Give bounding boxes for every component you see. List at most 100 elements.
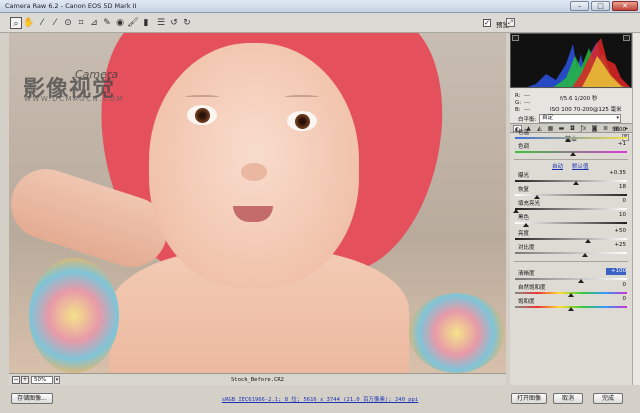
brightness-label: 亮度 (518, 231, 530, 237)
pompom-right (409, 293, 504, 373)
contrast-label: 对比度 (518, 245, 535, 251)
r-label: R: (515, 93, 521, 99)
tool-bar: ⌕ ✋ ⁄ ⁄ ⊙ ⌗ ⊿ ✎ ◉ 🖌 ▮ ☰ ↺ ↻ ✓ 预览 ⤢ (0, 13, 640, 33)
temp-knob[interactable] (565, 138, 571, 142)
fullscreen-icon[interactable]: ⤢ (506, 18, 515, 27)
spot-removal-icon[interactable]: ✎ (101, 17, 113, 29)
left-brow (185, 95, 219, 99)
exposure-knob[interactable] (573, 181, 579, 185)
separator (514, 261, 628, 262)
wb-select[interactable]: 自定 ▾ (539, 114, 621, 123)
b-label: B: (515, 107, 521, 113)
g-value: --- (524, 100, 530, 106)
temp-slider[interactable] (515, 137, 627, 139)
white-balance-eyedropper-icon[interactable]: ⁄ (36, 17, 48, 29)
done-button[interactable]: 完成 (593, 393, 623, 404)
red-eye-icon[interactable]: ◉ (114, 17, 126, 29)
vibrance-value[interactable]: 0 (606, 282, 627, 289)
temp-value[interactable]: 5600 (606, 127, 626, 134)
left-eye (187, 105, 217, 125)
contrast-slider[interactable] (515, 252, 627, 254)
cancel-button[interactable]: 取消 (553, 393, 583, 404)
graduated-filter-icon[interactable]: ▮ (140, 17, 152, 29)
hand-icon[interactable]: ✋ (23, 17, 35, 29)
b-value: --- (524, 107, 530, 113)
blacks-value[interactable]: 10 (606, 212, 626, 219)
brightness-knob[interactable] (585, 239, 591, 243)
fill-label: 填充亮光 (518, 201, 541, 207)
tint-knob[interactable] (570, 152, 576, 156)
adjust-panel: R: --- G: --- B: --- f/5.6 1/200 秒 ISO 1… (510, 33, 632, 385)
crop-icon[interactable]: ⌗ (75, 17, 87, 29)
blacks-knob[interactable] (523, 223, 529, 227)
mouth (233, 206, 273, 222)
brightness-value[interactable]: +50 (606, 228, 626, 235)
blacks-slider[interactable] (515, 222, 627, 224)
default-link[interactable]: 默认值 (572, 162, 589, 170)
fill-slider[interactable] (515, 208, 627, 210)
exposure-slider[interactable] (515, 180, 627, 182)
vibrance-label: 自然饱和度 (518, 285, 546, 291)
tint-label: 色调 (518, 144, 530, 150)
preferences-icon[interactable]: ☰ (155, 17, 167, 29)
auto-link[interactable]: 自动 (552, 162, 563, 170)
contrast-value[interactable]: +25 (606, 242, 626, 249)
tab-split-toning[interactable]: ▬ (557, 125, 566, 132)
preview-checkbox[interactable]: ✓ (483, 19, 491, 27)
rotate-right-icon[interactable]: ↻ (181, 17, 193, 29)
panel-scrollbar[interactable] (632, 33, 640, 385)
tab-camera-calibration[interactable]: ◙ (590, 125, 599, 132)
clarity-value[interactable]: +100 (606, 268, 626, 275)
open-image-button[interactable]: 打开图像 (511, 393, 547, 404)
iso-lens: ISO 100 70-200@125 毫米 (550, 107, 622, 113)
contrast-knob[interactable] (582, 253, 588, 257)
straighten-icon[interactable]: ⊿ (88, 17, 100, 29)
minimize-button[interactable]: – (570, 1, 589, 11)
tab-hsl[interactable]: ▦ (546, 125, 555, 132)
rotate-left-icon[interactable]: ↺ (168, 17, 180, 29)
pompom-left (29, 258, 119, 373)
tab-detail[interactable]: ◭ (535, 125, 544, 132)
fill-value[interactable]: 0 (606, 198, 627, 205)
right-brow (285, 95, 319, 99)
baby-face (149, 43, 359, 288)
saturation-value[interactable]: 0 (606, 296, 627, 303)
g-label: G: (515, 100, 522, 106)
r-value: --- (524, 93, 530, 99)
color-sampler-icon[interactable]: ⁄ (49, 17, 61, 29)
wb-value: 自定 (542, 115, 554, 121)
wb-label: 白平衡: (518, 117, 537, 123)
tab-lens[interactable]: ◘ (568, 125, 577, 132)
histogram-graph (527, 38, 630, 87)
shadow-clip-warning[interactable] (512, 35, 519, 41)
saturation-label: 饱和度 (518, 299, 535, 305)
temp-label: 色温 (518, 130, 530, 136)
window-titlebar: Camera Raw 6.2 - Canon EOS 5D Mark II – … (0, 0, 640, 13)
close-button[interactable]: ✕ (612, 1, 638, 11)
saturation-knob[interactable] (568, 307, 574, 311)
window-title: Camera Raw 6.2 - Canon EOS 5D Mark II (5, 2, 137, 10)
clarity-label: 清晰度 (518, 271, 535, 277)
vibrance-knob[interactable] (568, 293, 574, 297)
highlight-clip-warning[interactable] (623, 35, 630, 41)
bottom-bar: 存储图像... sRGB IEC61966-2.1; 8 位; 5616 x 3… (0, 387, 640, 413)
recovery-value[interactable]: 18 (606, 184, 626, 191)
separator (514, 159, 628, 160)
watermark-url: WWW.DCMAGCN.COM (24, 95, 124, 103)
histogram (510, 33, 632, 88)
aperture-shutter: f/5.6 1/200 秒 (560, 96, 598, 102)
tab-effects[interactable]: ƒx (579, 125, 588, 132)
exposure-value[interactable]: +0.35 (606, 170, 626, 177)
tint-value[interactable]: +1 (606, 141, 626, 148)
image-preview[interactable]: Camera 影像视觉 WWW.DCMAGCN.COM (9, 33, 506, 373)
targeted-adjustment-icon[interactable]: ⊙ (62, 17, 74, 29)
clarity-knob[interactable] (578, 279, 584, 283)
adjustment-brush-icon[interactable]: 🖌 (127, 17, 139, 29)
zoom-icon[interactable]: ⌕ (10, 17, 22, 29)
exposure-label: 曝光 (518, 173, 530, 179)
recovery-slider[interactable] (515, 194, 627, 196)
file-name: Stock_Before.CR2 (231, 377, 284, 383)
clarity-slider[interactable] (515, 278, 627, 280)
maximize-button[interactable]: □ (591, 1, 610, 11)
brightness-slider[interactable] (515, 238, 627, 240)
